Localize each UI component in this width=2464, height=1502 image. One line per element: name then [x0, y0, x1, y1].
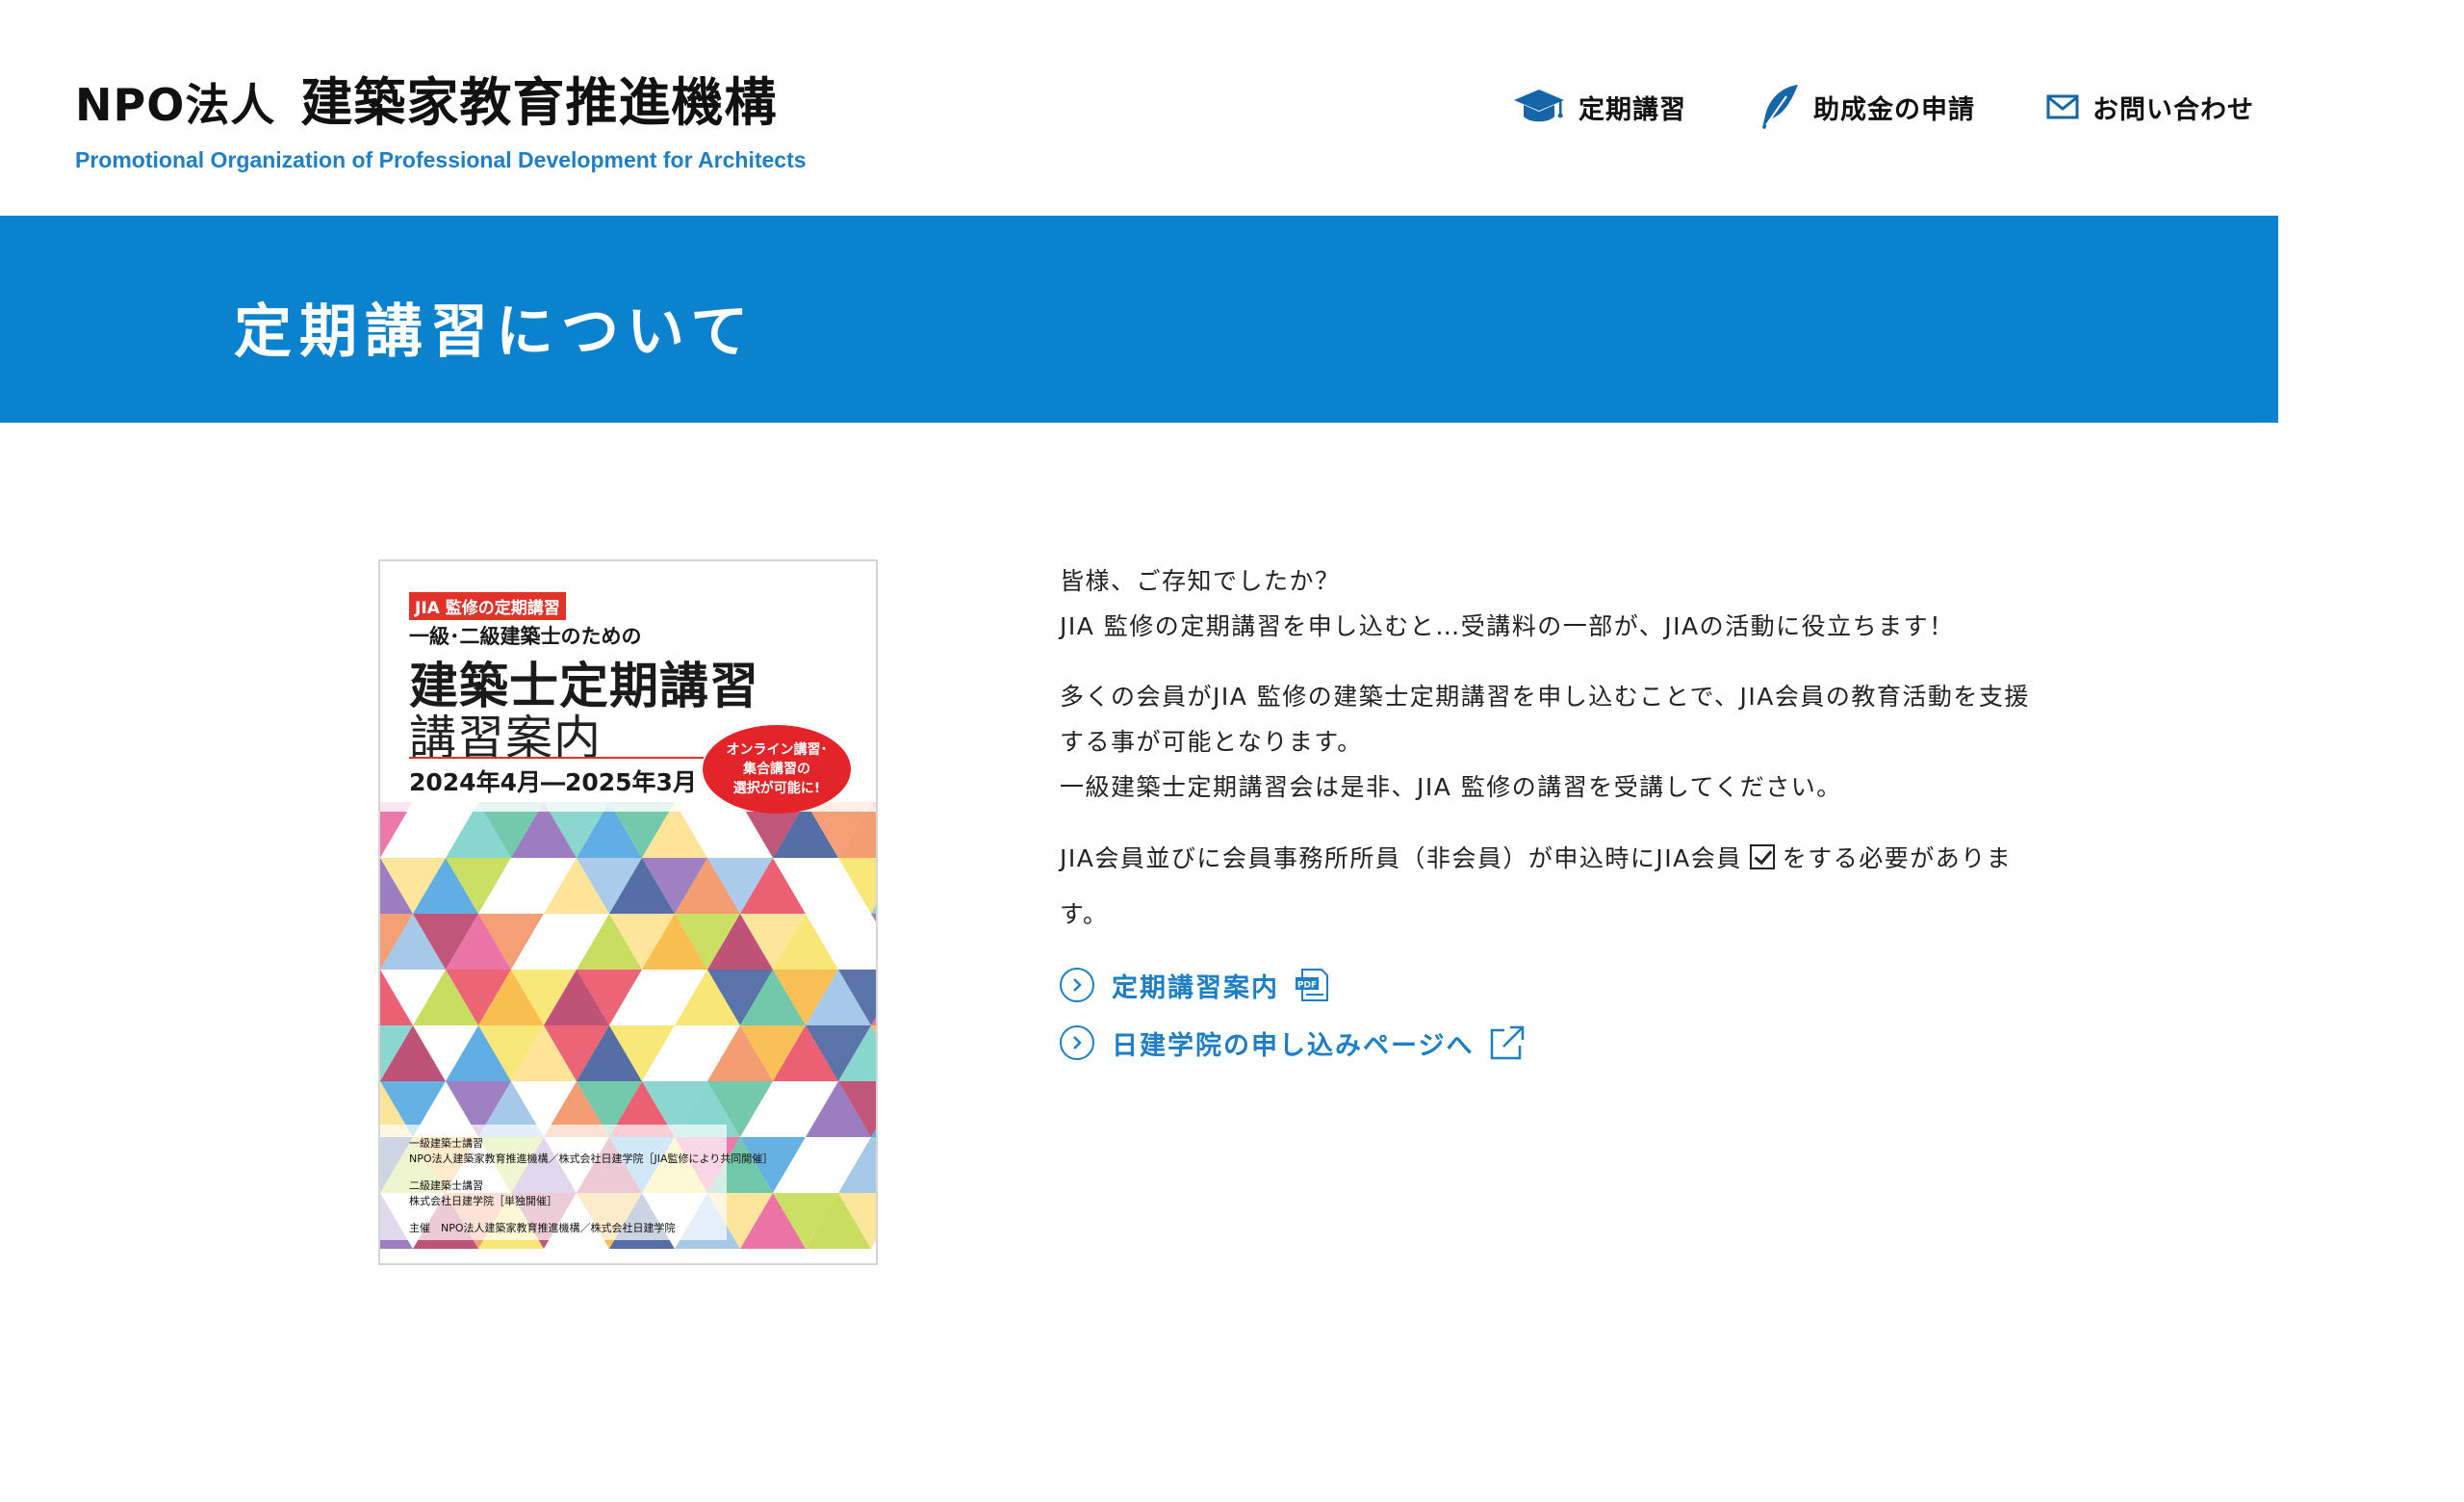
site-logo[interactable]: NPO法人 建築家教育推進機構 Promotional Organization…: [75, 60, 807, 173]
graduation-cap-icon: [1513, 88, 1565, 126]
page-title: 定期講習について: [234, 298, 757, 366]
checkbox-icon: [1749, 844, 1775, 869]
brochure-footer-line: 主催 NPO法人建築家教育推進機構／株式会社日建学院: [409, 1222, 676, 1234]
badge-line: オンライン講習･: [726, 741, 828, 758]
text-line: JIA会員並びに会員事務所所員（非会員）が申込時にJIA会員 をする必要がありま: [1060, 831, 2128, 887]
badge-line: 集合講習の: [743, 761, 810, 777]
chevron-right-circle-icon: [1060, 968, 1094, 1002]
nav-label: 定期講習: [1578, 94, 1686, 125]
nav-label: 助成金の申請: [1813, 94, 1975, 125]
main-content: 皆様、ご存知でしたか？ JIA 監修の定期講習を申し込むと…受講料の一部が、JI…: [1060, 558, 2128, 1064]
svg-text:PDF: PDF: [1297, 981, 1317, 991]
nikken-application-link[interactable]: 日建学院の申し込みページへ: [1060, 1022, 2128, 1064]
link-list: 定期講習案内 PDF 日建学院の申し込みページへ: [1060, 964, 2128, 1064]
brochure-cover-image: JIA 監修の定期講習 一級･二級建築士のための 建築士定期講習 講習案内 20…: [378, 559, 878, 1265]
nav-item-regular-course[interactable]: 定期講習: [1513, 88, 1686, 126]
external-link-icon: [1489, 1024, 1526, 1061]
logo-npo-text: NPO法人: [75, 79, 276, 131]
text-segment: をする必要がありま: [1782, 844, 2013, 872]
brochure-footer-line: 一級建築士講習: [409, 1137, 483, 1150]
logo-english-name: Promotional Organization of Professional…: [75, 147, 807, 172]
chevron-right-circle-icon: [1060, 1025, 1094, 1060]
nav-item-grant-application[interactable]: 助成金の申請: [1758, 83, 1975, 131]
brochure-date: 2024年4月―2025年3月: [409, 768, 697, 796]
link-label: 日建学院の申し込みページへ: [1112, 1030, 1475, 1061]
intro-paragraph: 皆様、ご存知でしたか？ JIA 監修の定期講習を申し込むと…受講料の一部が、JI…: [1060, 558, 2128, 649]
text-segment: JIA会員並びに会員事務所所員（非会員）が申込時にJIA会員: [1060, 844, 1742, 872]
text-line: 多くの会員がJIA 監修の建築士定期講習を申し込むことで、JIA会員の教育活動を…: [1060, 683, 2030, 711]
logo-japanese: NPO法人 建築家教育推進機構: [75, 60, 807, 136]
main-nav: 定期講習 助成金の申請 お問い合わせ: [1513, 83, 2254, 131]
page-banner: 定期講習について: [0, 216, 2278, 423]
brochure-footer-line: NPO法人建築家教育推進機構／株式会社日建学院［JIA監修により共同開催］: [409, 1152, 774, 1165]
brochure-badge: オンライン講習･ 集合講習の 選択が可能に!: [703, 725, 851, 814]
support-paragraph: 多くの会員がJIA 監修の建築士定期講習を申し込むことで、JIA会員の教育活動を…: [1060, 674, 2128, 810]
pdf-icon: PDF: [1295, 968, 1329, 1002]
nav-label: お問い合わせ: [2092, 94, 2254, 125]
brochure-footer-line: 二級建築士講習: [409, 1179, 483, 1192]
site-header: NPO法人 建築家教育推進機構 Promotional Organization…: [0, 0, 2464, 214]
text-line: JIA 監修の定期講習を申し込むと…受講料の一部が、JIAの活動に役立ちます！: [1060, 612, 1955, 640]
text-line: 一級建築士定期講習会は是非、JIA 監修の講習を受講してください。: [1060, 773, 1842, 801]
badge-line: 選択が可能に!: [732, 781, 821, 797]
brochure-footer-line: 株式会社日建学院［単独開催］: [409, 1195, 557, 1207]
text-line: 皆様、ご存知でしたか？: [1060, 567, 1341, 595]
envelope-icon: [2046, 93, 2079, 120]
link-label: 定期講習案内: [1112, 972, 1279, 1003]
brochure-divider: [409, 757, 704, 759]
page: NPO法人 建築家教育推進機構 Promotional Organization…: [0, 0, 2464, 1502]
logo-org-name: 建築家教育推進機構: [300, 72, 778, 133]
text-line: する事が可能となります。: [1060, 728, 1363, 756]
note-paragraph: JIA会員並びに会員事務所所員（非会員）が申込時にJIA会員 をする必要がありま …: [1060, 831, 2128, 943]
text-line: す。: [1060, 900, 1109, 928]
brochure-tag: JIA 監修の定期講習: [409, 592, 566, 620]
feather-pen-icon: [1758, 83, 1800, 131]
course-guide-pdf-link[interactable]: 定期講習案内 PDF: [1060, 964, 2128, 1006]
nav-item-contact[interactable]: お問い合わせ: [2046, 89, 2254, 126]
